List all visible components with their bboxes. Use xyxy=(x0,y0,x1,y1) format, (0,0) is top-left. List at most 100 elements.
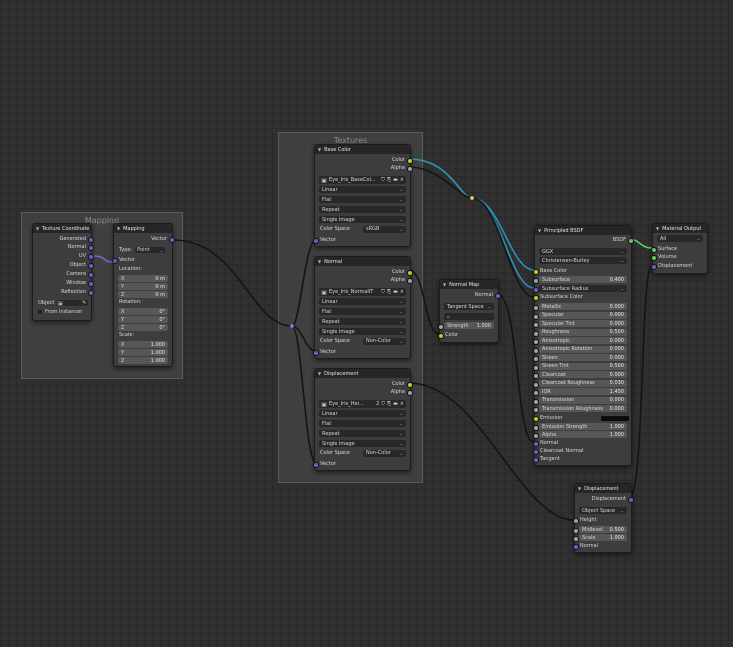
bsdf-param-field[interactable]: Specular Tint 0.000 xyxy=(539,320,627,327)
object-field[interactable]: ▪ ✎ xyxy=(56,300,89,306)
bsdf-header[interactable]: ▼ Principled BSDF xyxy=(535,226,631,235)
normalmap-space-dropdown[interactable]: Tangent Space ⌄ xyxy=(444,303,494,310)
collapse-chevron-icon[interactable]: ▼ xyxy=(443,282,446,287)
tex2-color-output-socket[interactable] xyxy=(407,270,413,276)
reflection-output-socket[interactable] xyxy=(88,290,94,296)
bsdf-param-field[interactable]: Roughness 0.500 xyxy=(539,328,627,336)
bsdf-param-input-socket[interactable] xyxy=(533,407,539,413)
bsdf-param-input-socket[interactable] xyxy=(533,305,539,311)
uv-output-socket[interactable] xyxy=(88,254,94,260)
camera-output-socket[interactable] xyxy=(88,272,94,278)
subsurface-input-socket[interactable] xyxy=(533,278,539,284)
image-browse-icon[interactable]: ▣ xyxy=(321,177,327,183)
image-texture-node-normal[interactable]: ▼ Normal Color Alpha ▣ Eye_Iris_NormalIT … xyxy=(313,256,413,359)
tex2-extension-dropdown[interactable]: Repeat ⌄ xyxy=(319,318,406,325)
surface-input-socket[interactable] xyxy=(651,247,657,253)
tex2-vector-input-socket[interactable] xyxy=(313,350,319,356)
tex1-projection-dropdown[interactable]: Flat ⌄ xyxy=(319,196,406,203)
object-output-socket[interactable] xyxy=(88,263,94,269)
bsdf-output-socket[interactable] xyxy=(628,238,634,244)
tex2-header[interactable]: ▼ Normal xyxy=(315,257,410,266)
tex3-image-selector[interactable]: ▣ Eye_Iris_Hei... 2 ⛉ ⎘ ▬ × xyxy=(319,400,406,408)
mapping-type-dropdown[interactable]: Point ⌄ xyxy=(135,247,166,253)
material-output-node[interactable]: ▼ Material Output All ⌄ Surface Volume Dis… xyxy=(651,223,708,274)
disp-output-socket[interactable] xyxy=(628,497,634,503)
tex3-interpolation-dropdown[interactable]: Linear ⌄ xyxy=(319,410,406,417)
normalmap-uvmap-field[interactable]: ▫ xyxy=(444,313,494,320)
bsdf-param-field[interactable]: Metallic 0.000 xyxy=(539,303,627,310)
rotation-x-field[interactable]: X 0° xyxy=(118,308,168,315)
bsdf-param-input-socket[interactable] xyxy=(533,322,539,328)
tex1-image-selector[interactable]: ▣ Eye_Iris_BaseCol... ⛉ ⎘ ▬ × xyxy=(319,176,406,184)
location-x-field[interactable]: X0 m xyxy=(118,275,168,282)
tex3-alpha-output-socket[interactable] xyxy=(407,390,413,396)
tex2-projection-dropdown[interactable]: Flat ⌄ xyxy=(319,308,406,315)
fake-user-icon[interactable]: ⛉ xyxy=(381,177,385,183)
image-browse-icon[interactable]: ▣ xyxy=(321,401,327,407)
emission-input-socket[interactable] xyxy=(533,416,539,422)
normal-map-node[interactable]: ▼ Normal Map Normal Tangent Space ⌄ ▫ Stre… xyxy=(438,279,501,343)
bsdf-param-field[interactable]: Sheen Tint 0.500 xyxy=(539,362,627,370)
tex3-projection-dropdown[interactable]: Flat ⌄ xyxy=(319,420,406,427)
bsdf-param-input-socket[interactable] xyxy=(533,330,539,337)
bsdf-param-input-socket[interactable] xyxy=(533,364,539,371)
collapse-chevron-icon[interactable]: ▼ xyxy=(318,259,321,264)
tex2-alpha-output-socket[interactable] xyxy=(407,278,413,284)
bsdf-param-field[interactable]: Clearcoat 0.000 xyxy=(539,371,627,378)
from-instancer-checkbox[interactable] xyxy=(38,310,42,314)
collapse-chevron-icon[interactable]: ▼ xyxy=(578,486,581,491)
tex2-image-selector[interactable]: ▣ Eye_Iris_NormalIT ⛉ ⎘ ▬ × xyxy=(319,288,406,296)
normalmap-normal-output-socket[interactable] xyxy=(495,293,501,299)
scale-x-field[interactable]: X 1.000 xyxy=(118,341,168,348)
tex1-header[interactable]: ▼ Base Color xyxy=(315,145,410,154)
bsdf-param-field[interactable]: Anisotropic Rotation 0.000 xyxy=(539,345,627,353)
subsurface-field[interactable]: Subsurface 0.400 xyxy=(539,276,627,283)
scale-y-field[interactable]: Y 1.000 xyxy=(118,349,168,356)
matout-header[interactable]: ▼ Material Output xyxy=(653,224,707,233)
collapse-chevron-icon[interactable]: ▼ xyxy=(318,147,321,152)
emission-color-swatch[interactable] xyxy=(601,416,629,421)
collapse-chevron-icon[interactable]: ▼ xyxy=(36,226,39,231)
tex1-extension-dropdown[interactable]: Repeat ⌄ xyxy=(319,206,406,213)
mapping-header[interactable]: ▼ Mapping xyxy=(114,224,172,233)
bsdf-sss-method-dropdown[interactable]: Christensen-Burley ⌄ xyxy=(539,257,627,264)
bsdf-param-field[interactable]: Anisotropic 0.000 xyxy=(539,337,627,344)
midlevel-field[interactable]: Midlevel 0.500 xyxy=(579,526,627,533)
eyedropper-icon[interactable]: ✎ xyxy=(82,300,86,306)
mapping-vector-output-socket[interactable] xyxy=(169,237,175,243)
alpha-field[interactable]: Alpha 1.000 xyxy=(539,431,627,438)
tex3-colorspace-dropdown[interactable]: Non-Color ⌄ xyxy=(363,449,406,457)
displacement-node[interactable]: ▼ Displacement Displacement Object Space ⌄… xyxy=(573,483,634,553)
bsdf-param-input-socket[interactable] xyxy=(533,347,539,354)
bsdf-param-field[interactable]: Sheen 0.000 xyxy=(539,354,627,361)
location-z-field[interactable]: Z0 m xyxy=(118,291,168,298)
normal-output-socket[interactable] xyxy=(88,245,94,251)
tex1-source-dropdown[interactable]: Single Image ⌄ xyxy=(319,216,406,223)
bsdf-param-field[interactable]: Transmission 0.000 xyxy=(539,396,627,404)
bsdf-param-input-socket[interactable] xyxy=(533,356,539,362)
normalmap-header[interactable]: ▼ Normal Map xyxy=(440,280,498,289)
tex3-color-output-socket[interactable] xyxy=(407,382,413,388)
normalmap-strength-input-socket[interactable] xyxy=(438,324,444,330)
bsdf-param-field[interactable]: Clearcoat Roughness 0.030 xyxy=(539,379,627,387)
disp-header[interactable]: ▼ Displacement xyxy=(575,484,631,493)
height-input-socket[interactable] xyxy=(573,518,579,524)
fake-user-icon[interactable]: ⛉ xyxy=(381,289,385,295)
scale-z-field[interactable]: Z 1.000 xyxy=(118,357,168,364)
close-icon[interactable]: × xyxy=(400,401,404,407)
tex2-interpolation-dropdown[interactable]: Linear ⌄ xyxy=(319,298,406,305)
tex1-interpolation-dropdown[interactable]: Linear ⌄ xyxy=(319,186,406,193)
bsdf-param-input-socket[interactable] xyxy=(533,381,539,388)
tex1-vector-input-socket[interactable] xyxy=(313,238,319,244)
principled-bsdf-node[interactable]: ▼ Principled BSDF BSDF GGX ⌄ Christensen-B… xyxy=(533,225,634,466)
close-icon[interactable]: × xyxy=(400,289,404,295)
subsurface-color-input-socket[interactable] xyxy=(533,295,539,301)
tex3-header[interactable]: ▼ Displacement xyxy=(315,369,410,378)
tex3-extension-dropdown[interactable]: Repeat ⌄ xyxy=(319,430,406,437)
image-browse-icon[interactable]: ▣ xyxy=(321,289,327,295)
image-texture-node-displacement[interactable]: ▼ Displacement Color Alpha ▣ Eye_Iris_Hei… xyxy=(313,368,413,471)
normalmap-color-input-socket[interactable] xyxy=(438,333,444,339)
bsdf-distribution-dropdown[interactable]: GGX ⌄ xyxy=(539,248,627,255)
tex1-alpha-output-socket[interactable] xyxy=(407,166,413,172)
disp-normal-input-socket[interactable] xyxy=(573,544,579,550)
